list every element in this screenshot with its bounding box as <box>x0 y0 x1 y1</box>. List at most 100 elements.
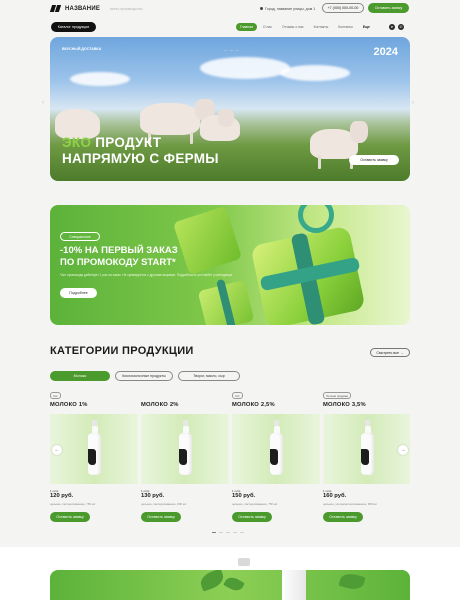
product-card[interactable]: Лучшая продажа МОЛОКО 3,5% 1 литр 160 ру… <box>323 392 410 528</box>
carousel-next-arrow-icon[interactable]: → <box>398 445 408 455</box>
cloud <box>200 57 290 79</box>
product-order-button[interactable]: Оставить заявку <box>141 512 181 522</box>
product-image[interactable] <box>50 414 138 484</box>
pagination-dot[interactable] <box>240 532 244 533</box>
product-card[interactable]: Хит МОЛОКО 1% 1 литр 120 руб. цельное, п… <box>50 392 138 528</box>
milk-bottle-icon <box>270 420 283 475</box>
product-image[interactable] <box>232 414 320 484</box>
promo-title-line1: -10% НА ПЕРВЫЙ ЗАКАЗ <box>60 245 178 256</box>
product-card[interactable]: МОЛОКО 2% 1 литр 130 руб. цельное, пасте… <box>141 392 229 528</box>
address-text: Город, название улицы, дом 1 <box>265 6 316 11</box>
product-badge: Хит <box>50 392 61 399</box>
mint-leaf-icon <box>338 571 366 592</box>
gift-box-icon <box>172 205 243 276</box>
pagination-dot[interactable] <box>233 532 237 533</box>
milk-bottle-icon <box>361 420 374 475</box>
telegram-icon[interactable]: ➤ <box>389 24 395 30</box>
hero-banner: ВКУСНЫЙ ДОСТАВКА — — — 2024 ЭКО ПРОДУКТ … <box>50 37 410 181</box>
address: Город, название улицы, дом 1 <box>260 7 315 11</box>
nav-link-about[interactable]: О нас <box>259 23 276 31</box>
product-name[interactable]: МОЛОКО 3,5% <box>323 402 366 408</box>
product-order-button[interactable]: Оставить заявку <box>50 512 90 522</box>
product-badge: Хит <box>232 392 243 399</box>
promo-description: *Акт промокода действует 1 раз на заказ.… <box>60 273 233 277</box>
product-name[interactable]: МОЛОКО 2% <box>141 402 179 408</box>
location-pin-icon <box>260 7 263 10</box>
product-description: цельное, ультрапастеризованное, 950 мл <box>323 502 377 506</box>
product-description: цельное, пастеризованное, 900 мл <box>141 502 187 506</box>
bottle-cap <box>238 558 250 566</box>
cow-head <box>218 109 234 127</box>
hero-title-accent: ЭКО <box>62 135 92 150</box>
product-image[interactable] <box>323 414 410 484</box>
pagination-dot[interactable] <box>219 532 223 533</box>
hero-title-line2: НАПРЯМУЮ С ФЕРМЫ <box>62 150 219 166</box>
promo-title: -10% НА ПЕРВЫЙ ЗАКАЗ ПО ПРОМОКОДУ START* <box>60 245 178 268</box>
whatsapp-icon[interactable]: ✆ <box>398 24 404 30</box>
logo[interactable]: НАЗВАНИЕ <box>51 5 100 12</box>
pagination-dot[interactable] <box>212 532 216 533</box>
nav-link-reviews[interactable]: Отзывы о нас <box>278 23 308 31</box>
product-image[interactable] <box>141 414 229 484</box>
milk-bottle-icon <box>179 420 192 475</box>
product-name[interactable]: МОЛОКО 1% <box>50 402 88 408</box>
product-price: 120 руб. <box>50 493 74 499</box>
carousel-pagination <box>212 532 244 533</box>
product-price: 150 руб. <box>232 493 256 499</box>
cow-leg <box>318 155 321 169</box>
filter-cottage-cheese[interactable]: Творог, масло, сыр <box>178 371 240 381</box>
social-links: ➤ ✆ <box>389 24 404 30</box>
cow-head <box>350 121 368 143</box>
promo-badge: Специальное <box>60 232 100 241</box>
promo-details-button[interactable]: Подробнее <box>60 288 97 298</box>
cloud <box>70 72 130 86</box>
tagline: мини-производство <box>110 7 143 11</box>
hero-next-arrow-icon[interactable]: › <box>412 100 420 108</box>
nav-links: Главная О нас Отзывы о нас Контакты Конт… <box>236 23 374 31</box>
product-description: цельное, пастеризованное, 750 мл <box>232 502 278 506</box>
cloud <box>280 65 350 81</box>
nav-link-home[interactable]: Главная <box>236 23 257 31</box>
product-order-button[interactable]: Оставить заявку <box>232 512 272 522</box>
arrow-right-icon: → <box>400 350 404 355</box>
bottom-banner <box>50 570 410 600</box>
product-price: 160 руб. <box>323 493 347 499</box>
hero-year: 2024 <box>373 46 398 58</box>
cow <box>140 103 200 135</box>
hero-order-button[interactable]: Оставить заявку <box>349 155 399 165</box>
order-button[interactable]: Оставить заявку <box>368 3 409 13</box>
categories-title: КАТЕГОРИИ ПРОДУКЦИИ <box>50 345 194 357</box>
milk-bottle-icon <box>88 420 101 475</box>
filter-milk[interactable]: Молоко <box>50 371 110 381</box>
filter-fermented[interactable]: Кисломолочные продукты <box>115 371 173 381</box>
product-order-button[interactable]: Оставить заявку <box>323 512 363 522</box>
hero-prev-arrow-icon[interactable]: ‹ <box>42 100 50 108</box>
hero-title-rest: ПРОДУКТ <box>91 135 162 150</box>
category-filters: Молоко Кисломолочные продукты Творог, ма… <box>50 371 240 381</box>
nav-link-more[interactable]: Еще <box>359 23 374 31</box>
pagination-dot[interactable] <box>226 532 230 533</box>
product-badge: Лучшая продажа <box>323 392 351 399</box>
top-bar: НАЗВАНИЕ мини-производство Город, назван… <box>0 0 460 18</box>
product-description: цельное, пастеризованное, 750 мл <box>50 502 96 506</box>
nav-link-contacts[interactable]: Контакты <box>310 23 333 31</box>
hero-title: ЭКО ПРОДУКТ НАПРЯМУЮ С ФЕРМЫ <box>62 135 219 166</box>
product-carousel: Хит МОЛОКО 1% 1 литр 120 руб. цельное, п… <box>50 392 410 528</box>
logo-icon <box>51 5 60 12</box>
catalog-button[interactable]: Каталог продукции <box>51 22 96 32</box>
carousel-prev-arrow-icon[interactable]: ← <box>52 445 62 455</box>
mint-leaf-icon <box>197 570 227 592</box>
hero-pagination[interactable]: — — — <box>224 48 240 52</box>
product-price: 130 руб. <box>141 493 165 499</box>
navbar: Каталог продукции Главная О нас Отзывы о… <box>0 20 460 34</box>
product-card[interactable]: Хит МОЛОКО 2,5% 1 литр 150 руб. цельное,… <box>232 392 320 528</box>
promo-title-line2: ПО ПРОМОКОДУ START* <box>60 256 176 268</box>
milk-bottle-icon <box>282 570 306 600</box>
view-all-button[interactable]: Смотреть все → <box>370 348 410 357</box>
phone-button[interactable]: +7 (000) 000-00-00 <box>322 3 364 13</box>
product-name[interactable]: МОЛОКО 2,5% <box>232 402 275 408</box>
nav-link-contacts-2[interactable]: Контакты <box>334 23 357 31</box>
hero-brand: ВКУСНЫЙ ДОСТАВКА <box>62 47 102 51</box>
view-all-label: Смотреть все <box>376 350 400 355</box>
logo-name: НАЗВАНИЕ <box>65 5 101 12</box>
